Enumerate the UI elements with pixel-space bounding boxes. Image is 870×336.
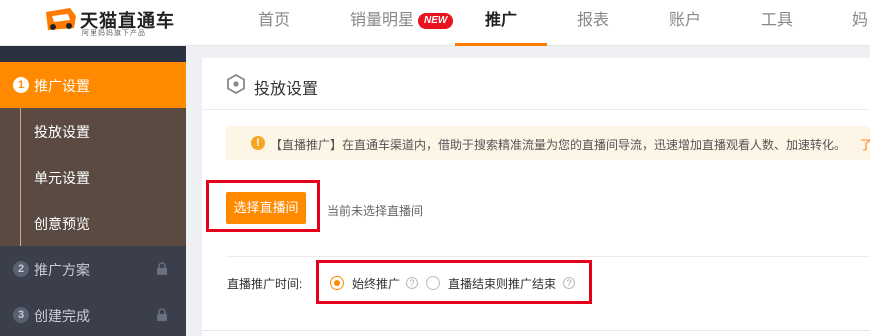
section-divider bbox=[226, 256, 870, 257]
radio-always-promote[interactable] bbox=[330, 276, 344, 290]
step-label: 推广方案 bbox=[34, 262, 90, 278]
sidebar-substep-placement[interactable]: 投放设置 bbox=[0, 108, 186, 154]
nav-sales-star-label: 销量明星 bbox=[350, 12, 415, 29]
radio-end-with-live[interactable] bbox=[426, 276, 440, 290]
radio-end-with-live-label: 直播结束则推广结束 bbox=[448, 277, 557, 291]
choose-live-room-button[interactable]: 选择直播间 bbox=[226, 192, 306, 224]
sidebar: 1 推广设置 投放设置 单元设置 创意预览 2 推广方案 3 创建完成 bbox=[0, 46, 186, 336]
lock-icon bbox=[157, 262, 167, 275]
step-number: 2 bbox=[13, 261, 29, 277]
brand-logo[interactable]: 天猫直通车 阿里妈妈旗下产品 bbox=[42, 4, 192, 38]
hexagon-icon bbox=[227, 74, 245, 94]
nav-reports[interactable]: 报表 bbox=[577, 0, 609, 46]
help-icon[interactable]: ? bbox=[563, 277, 575, 289]
help-icon[interactable]: ? bbox=[406, 277, 418, 289]
app-root: 天猫直通车 阿里妈妈旗下产品 首页 销量明星 NEW 推广 报表 账户 工具 妈 … bbox=[0, 0, 870, 336]
substep-label: 单元设置 bbox=[34, 170, 90, 186]
promo-time-label: 直播推广时间: bbox=[227, 277, 303, 291]
sidebar-substep-creative-preview[interactable]: 创意预览 bbox=[0, 200, 186, 246]
sidebar-step-promotion-plan[interactable]: 2 推广方案 bbox=[0, 246, 186, 292]
nav-sales-star[interactable]: 销量明星 NEW bbox=[350, 0, 454, 46]
notice-text: 【直播推广】在直通车渠道内，借助于搜索精准流量为您的直播间导流，迅速增加直播观看… bbox=[270, 138, 847, 152]
car-logo-icon bbox=[46, 8, 76, 30]
nav-home[interactable]: 首页 bbox=[258, 0, 290, 46]
substep-label: 投放设置 bbox=[34, 124, 90, 140]
sidebar-top-strip bbox=[0, 46, 186, 62]
warning-icon: ! bbox=[251, 136, 265, 150]
nav-account[interactable]: 账户 bbox=[669, 0, 701, 46]
nav-promotion[interactable]: 推广 bbox=[455, 0, 547, 46]
step-label: 推广设置 bbox=[34, 78, 90, 94]
substep-label: 创意预览 bbox=[34, 216, 90, 232]
sidebar-substep-unit[interactable]: 单元设置 bbox=[0, 154, 186, 200]
next-section-card bbox=[202, 330, 870, 336]
sidebar-step-promotion-settings[interactable]: 1 推广设置 bbox=[0, 62, 186, 108]
step-label: 创建完成 bbox=[34, 308, 90, 324]
new-badge: NEW bbox=[418, 13, 454, 29]
choose-hint-text: 当前未选择直播间 bbox=[327, 204, 424, 218]
nav-more[interactable]: 妈 bbox=[852, 0, 868, 46]
notice-more-link[interactable]: 了 bbox=[860, 136, 870, 153]
sidebar-step-create-done[interactable]: 3 创建完成 bbox=[0, 292, 186, 336]
nav-tools[interactable]: 工具 bbox=[761, 0, 793, 46]
top-header: 天猫直通车 阿里妈妈旗下产品 首页 销量明星 NEW 推广 报表 账户 工具 妈 bbox=[0, 0, 870, 46]
card-header: 投放设置 bbox=[202, 58, 870, 110]
page-title: 投放设置 bbox=[254, 81, 319, 98]
sidebar-substeps: 投放设置 单元设置 创意预览 bbox=[0, 108, 186, 246]
step-number: 3 bbox=[13, 307, 29, 323]
live-promo-notice: ! 【直播推广】在直通车渠道内，借助于搜索精准流量为您的直播间导流，迅速增加直播… bbox=[226, 126, 870, 160]
brand-subtitle: 阿里妈妈旗下产品 bbox=[82, 30, 146, 37]
step-number: 1 bbox=[13, 77, 29, 93]
lock-icon bbox=[157, 308, 167, 321]
radio-always-promote-label: 始终推广 bbox=[352, 277, 401, 291]
